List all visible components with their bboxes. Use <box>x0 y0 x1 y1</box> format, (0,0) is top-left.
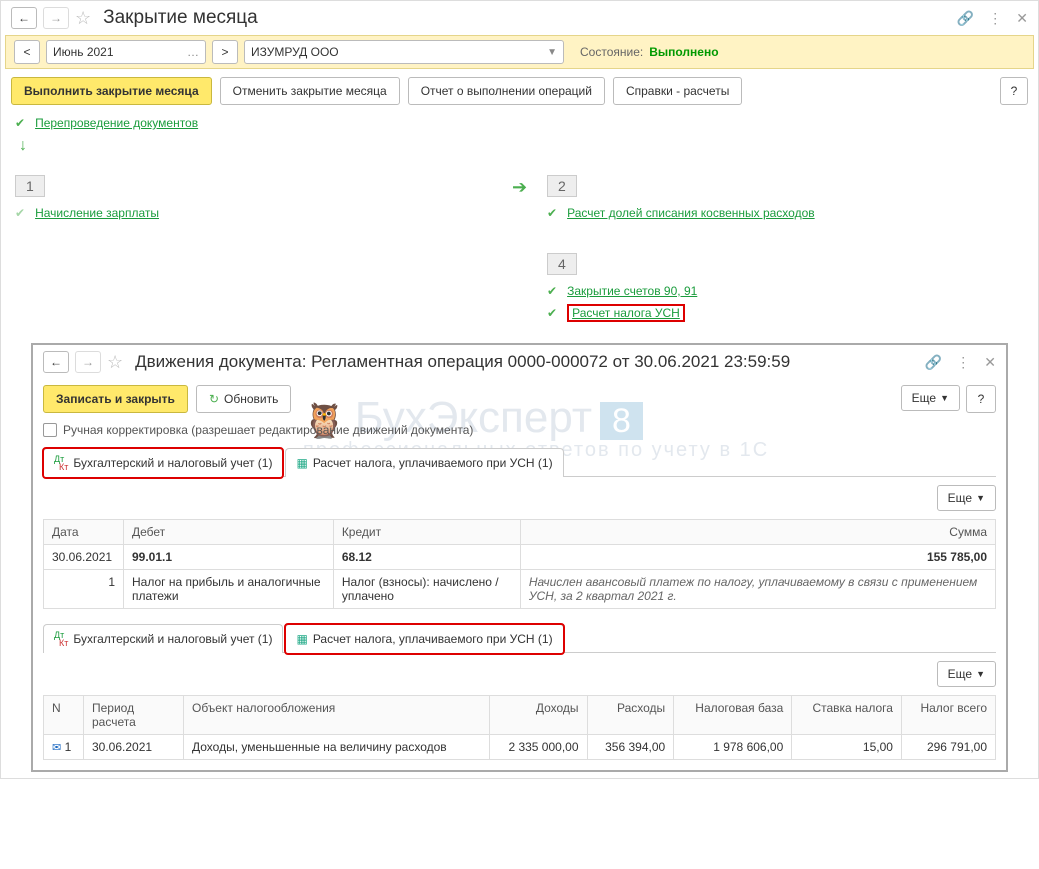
col-rate: Ставка налога <box>792 696 902 735</box>
dtkt-icon: Дт Кт <box>54 631 68 647</box>
repost-link[interactable]: Перепроведение документов <box>35 116 198 130</box>
star-icon[interactable]: ☆ <box>107 352 123 373</box>
dlg-forward-button[interactable]: → <box>75 351 101 373</box>
tab-usn-calc[interactable]: ▦ Расчет налога, уплачиваемого при УСН (… <box>285 448 563 477</box>
kebab-icon[interactable]: ⋮ <box>956 354 970 371</box>
col-base: Налоговая база <box>674 696 792 735</box>
col-period: Период расчета <box>84 696 184 735</box>
operations-body: ✔ Перепроведение документов ↓ 1 ✔ Начисл… <box>1 113 1038 335</box>
check-icon: ✔ <box>547 206 557 220</box>
check-icon: ✔ <box>15 206 25 220</box>
envelope-icon: ✉ <box>52 742 61 754</box>
stage-1-badge: 1 <box>15 175 45 197</box>
link-icon[interactable]: 🔗 <box>925 354 942 371</box>
col-obj: Объект налогообложения <box>184 696 490 735</box>
main-toolbar: Выполнить закрытие месяца Отменить закры… <box>1 69 1038 113</box>
stage-4-badge: 4 <box>547 253 577 275</box>
tab-accounting-label: Бухгалтерский и налоговый учет (1) <box>73 632 272 646</box>
col-sum: Сумма <box>520 520 995 545</box>
help-button[interactable]: ? <box>1000 77 1028 105</box>
dtkt-icon: Дт Кт <box>54 455 68 471</box>
movements-dialog: ✔ ← → ☆ Движения документа: Регламентная… <box>31 343 1008 772</box>
grid-icon: ▦ <box>296 632 307 646</box>
period-bar: < Июнь 2021 … > ИЗУМРУД ООО ▼ Состояние:… <box>5 35 1034 69</box>
close-icon[interactable]: ✕ <box>984 354 996 371</box>
tab-usn-label: Расчет налога, уплачиваемого при УСН (1) <box>313 456 553 470</box>
period-picker-icon[interactable]: … <box>187 45 199 59</box>
refresh-icon: ↻ <box>209 392 219 406</box>
tab-usn-calc-2[interactable]: ▦ Расчет налога, уплачиваемого при УСН (… <box>285 624 563 653</box>
save-close-button[interactable]: Записать и закрыть <box>43 385 188 413</box>
table1-more-button[interactable]: Еще▼ <box>937 485 996 511</box>
arrow-right-icon: ➔ <box>512 177 527 198</box>
arrow-down-icon: ↓ <box>19 137 1024 155</box>
state-value: Выполнено <box>649 45 718 59</box>
org-dropdown-icon[interactable]: ▼ <box>547 47 557 58</box>
col-credit: Кредит <box>333 520 520 545</box>
refresh-button[interactable]: ↻Обновить <box>196 385 291 413</box>
usn-table: N Период расчета Объект налогообложения … <box>43 695 996 760</box>
state-label: Состояние: <box>580 45 643 59</box>
stage-2: 2 ✔ Расчет долей списания косвенных расх… <box>547 175 1024 223</box>
page-title: Закрытие месяца <box>103 7 258 29</box>
stage-4: 4 ✔ Закрытие счетов 90, 91 ✔ Расчет нало… <box>547 253 1024 325</box>
cancel-close-button[interactable]: Отменить закрытие месяца <box>220 77 400 105</box>
dlg-back-button[interactable]: ← <box>43 351 69 373</box>
dialog-title: Движения документа: Регламентная операци… <box>135 352 790 372</box>
stage-1: 1 ✔ Начисление зарплаты <box>15 175 492 223</box>
star-icon[interactable]: ☆ <box>75 8 91 29</box>
check-icon: ✔ <box>15 116 25 130</box>
check-icon: ✔ <box>547 284 557 298</box>
period-prev-button[interactable]: < <box>14 40 40 64</box>
grid-icon: ▦ <box>296 456 307 470</box>
table-row[interactable]: 1 Налог на прибыль и аналогичные платежи… <box>44 570 996 609</box>
org-value: ИЗУМРУД ООО <box>251 45 339 59</box>
close9091-link[interactable]: Закрытие счетов 90, 91 <box>567 284 697 298</box>
col-income: Доходы <box>489 696 587 735</box>
manual-edit-checkbox[interactable] <box>43 423 57 437</box>
period-next-button[interactable]: > <box>212 40 238 64</box>
forward-button[interactable]: → <box>43 7 69 29</box>
period-value: Июнь 2021 <box>53 45 114 59</box>
report-button[interactable]: Отчет о выполнении операций <box>408 77 605 105</box>
col-n: N <box>44 696 84 735</box>
back-button[interactable]: ← <box>11 7 37 29</box>
tab-usn-label: Расчет налога, уплачиваемого при УСН (1) <box>313 632 553 646</box>
close-icon[interactable]: ✕ <box>1016 10 1028 27</box>
stage-2-badge: 2 <box>547 175 577 197</box>
usn-link[interactable]: Расчет налога УСН <box>572 306 680 320</box>
link-icon[interactable]: 🔗 <box>957 10 974 27</box>
table-row[interactable]: ✉ 1 30.06.2021 Доходы, уменьшенные на ве… <box>44 735 996 760</box>
tab-accounting-label: Бухгалтерский и налоговый учет (1) <box>73 456 272 470</box>
org-input[interactable]: ИЗУМРУД ООО ▼ <box>244 40 564 64</box>
table-row[interactable]: 30.06.2021 99.01.1 68.12 155 785,00 <box>44 545 996 570</box>
col-date: Дата <box>44 520 124 545</box>
more-button[interactable]: Еще▼ <box>901 385 960 411</box>
main-titlebar: ← → ☆ Закрытие месяца 🔗 ⋮ ✕ <box>1 1 1038 35</box>
indirect-link[interactable]: Расчет долей списания косвенных расходов <box>567 206 815 220</box>
run-close-button[interactable]: Выполнить закрытие месяца <box>11 77 212 105</box>
table2-more-button[interactable]: Еще▼ <box>937 661 996 687</box>
tab-accounting-2[interactable]: Дт Кт Бухгалтерский и налоговый учет (1) <box>43 624 283 653</box>
kebab-icon[interactable]: ⋮ <box>988 10 1002 27</box>
col-exp: Расходы <box>587 696 674 735</box>
refs-button[interactable]: Справки - расчеты <box>613 77 742 105</box>
period-input[interactable]: Июнь 2021 … <box>46 40 206 64</box>
dlg-help-button[interactable]: ? <box>966 385 996 413</box>
manual-edit-label: Ручная корректировка (разрешает редактир… <box>63 423 473 437</box>
accounting-table: Дата Дебет Кредит Сумма 30.06.2021 99.01… <box>43 519 996 609</box>
col-debit: Дебет <box>124 520 334 545</box>
tab-accounting[interactable]: Дт Кт Бухгалтерский и налоговый учет (1) <box>43 448 283 477</box>
check-icon: ✔ <box>547 306 557 320</box>
col-tax: Налог всего <box>901 696 995 735</box>
salary-link[interactable]: Начисление зарплаты <box>35 206 159 220</box>
